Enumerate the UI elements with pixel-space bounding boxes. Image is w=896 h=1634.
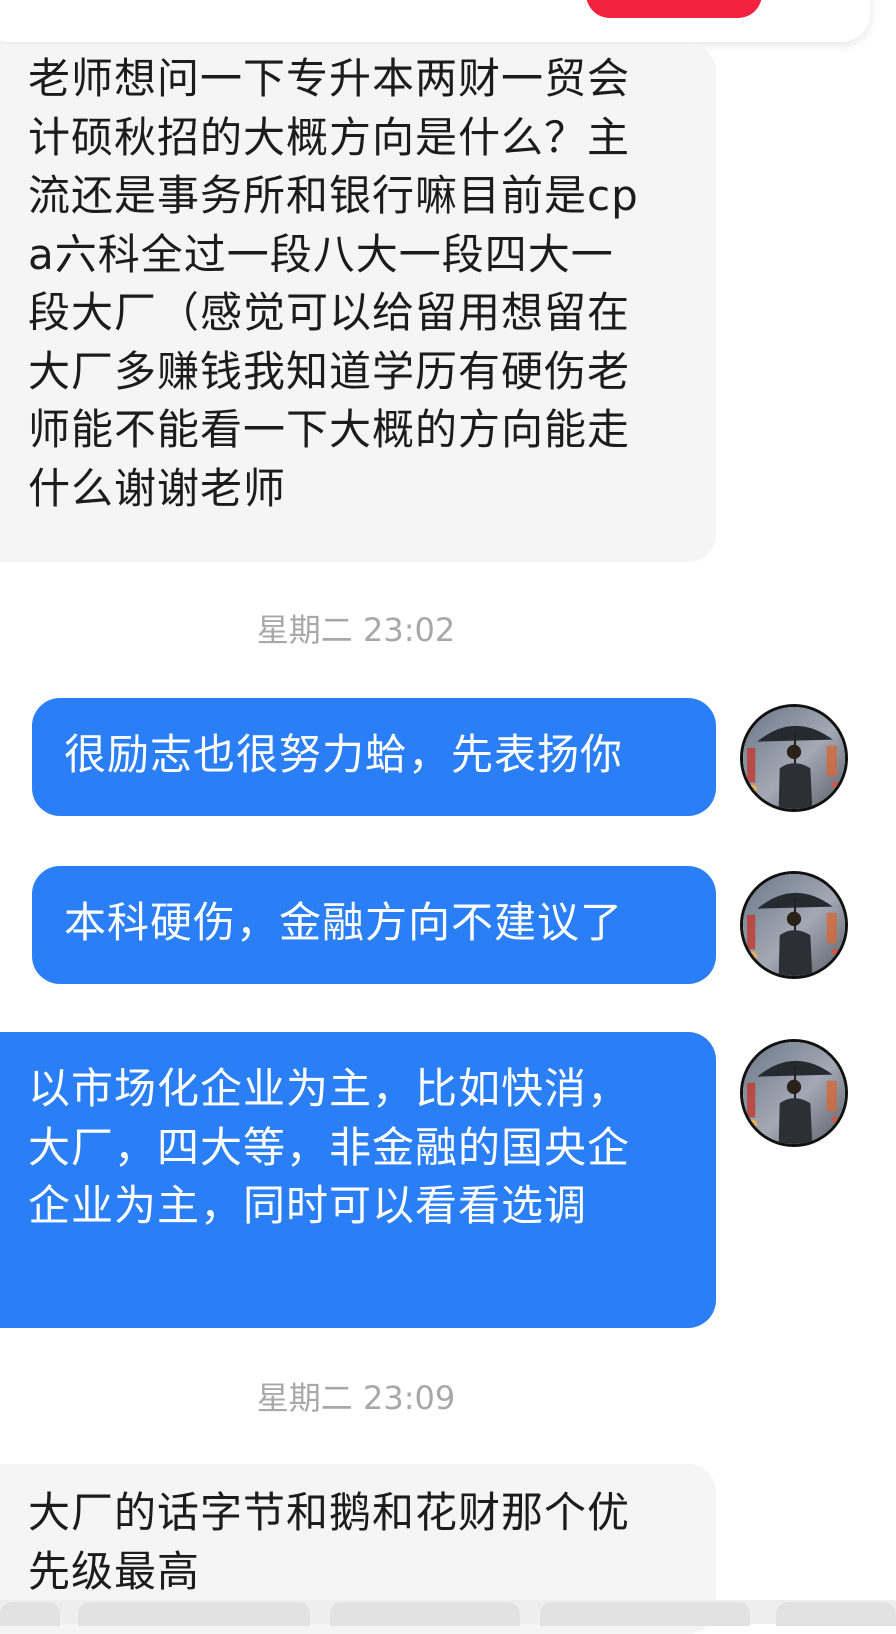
- message-text: 大厂的话字节和鹅和花财那个优先级最高: [28, 1488, 631, 1596]
- toolbar-item[interactable]: [330, 1602, 520, 1626]
- man-with-umbrella-icon: [743, 1042, 845, 1144]
- message-bubble-outgoing[interactable]: 很励志也很努力蛤，先表扬你: [32, 698, 716, 816]
- avatar[interactable]: [740, 704, 848, 812]
- avatar[interactable]: [740, 1039, 848, 1147]
- message-bubble-incoming[interactable]: 老师想问一下专升本两财一贸会计硕秋招的大概方向是什么？主流还是事务所和银行嘛目前…: [0, 44, 716, 562]
- man-with-umbrella-icon: [743, 874, 845, 976]
- man-with-umbrella-icon: [743, 707, 845, 809]
- toolbar-item[interactable]: [776, 1602, 896, 1626]
- avatar[interactable]: [740, 871, 848, 979]
- message-text: 老师想问一下专升本两财一贸会计硕秋招的大概方向是什么？主流还是事务所和银行嘛目前…: [28, 54, 639, 513]
- message-bubble-outgoing[interactable]: 本科硬伤，金融方向不建议了: [32, 866, 716, 984]
- toolbar-item[interactable]: [78, 1602, 310, 1626]
- toolbar-item[interactable]: [0, 1602, 60, 1626]
- timestamp: 星期二 23:09: [256, 1379, 456, 1417]
- message-text: 很励志也很努力蛤，先表扬你: [64, 730, 624, 779]
- bottom-toolbar: [0, 1600, 896, 1626]
- message-bubble-outgoing[interactable]: 以市场化企业为主，比如快消，大厂，四大等，非金融的国央企企业为主，同时可以看看选…: [0, 1032, 716, 1328]
- message-text: 本科硬伤，金融方向不建议了: [64, 898, 624, 947]
- toolbar-item[interactable]: [540, 1602, 750, 1626]
- message-text: 以市场化企业为主，比如快消，大厂，四大等，非金融的国央企企业为主，同时可以看看选…: [28, 1064, 631, 1230]
- top-action-button[interactable]: [586, 0, 762, 18]
- timestamp: 星期二 23:02: [256, 611, 456, 649]
